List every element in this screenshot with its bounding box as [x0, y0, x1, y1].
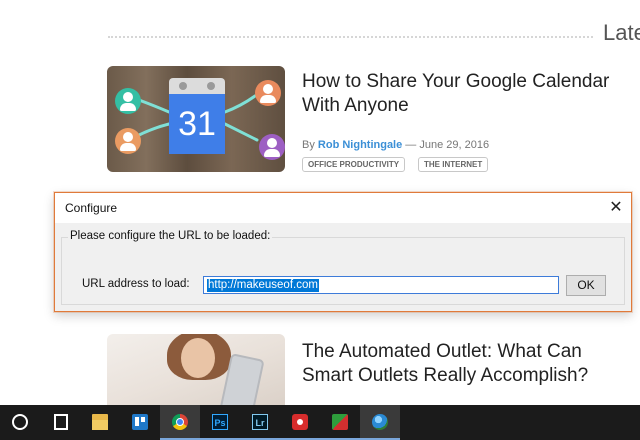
taskbar-app-greenred[interactable]: [320, 405, 360, 440]
dialog-body: Please configure the URL to be loaded: U…: [55, 223, 631, 311]
chrome-icon: [172, 414, 188, 430]
url-groupbox: Please configure the URL to be loaded: U…: [61, 230, 625, 305]
article-date: — June 29, 2016: [405, 139, 490, 151]
by-label: By: [302, 139, 315, 151]
person-icon: [115, 88, 141, 114]
app-icon: [292, 414, 308, 430]
author-link[interactable]: Rob Nightingale: [318, 139, 402, 151]
globe-icon: [372, 414, 388, 430]
tag-the-internet[interactable]: THE INTERNET: [418, 157, 489, 172]
cortana-button[interactable]: [0, 405, 40, 440]
close-icon: ✕: [609, 199, 623, 216]
article-meta: By Rob Nightingale — June 29, 2016: [302, 139, 489, 151]
photoshop-icon: Ps: [212, 414, 228, 430]
article-thumbnail-calendar[interactable]: 31: [107, 66, 285, 172]
taskbar-app-red[interactable]: [280, 405, 320, 440]
person-icon: [259, 134, 285, 160]
url-field-label: URL address to load:: [82, 278, 190, 290]
taskbar-lightroom[interactable]: Lr: [240, 405, 280, 440]
calendar-day-number: 31: [169, 94, 225, 154]
taskbar-chrome[interactable]: [160, 405, 200, 440]
article-title[interactable]: How to Share Your Google Calendar With A…: [302, 70, 632, 118]
task-view-icon: [54, 414, 68, 430]
app-icon: [332, 414, 348, 430]
article-title[interactable]: The Automated Outlet: What Can Smart Out…: [302, 340, 632, 388]
calendar-icon: 31: [169, 78, 225, 154]
taskbar: Ps Lr: [0, 405, 640, 440]
dialog-titlebar[interactable]: Configure ✕: [55, 193, 631, 223]
taskbar-file-explorer[interactable]: [80, 405, 120, 440]
taskbar-photoshop[interactable]: Ps: [200, 405, 240, 440]
taskbar-globe-app[interactable]: [360, 405, 400, 440]
person-icon: [255, 80, 281, 106]
cortana-icon: [12, 414, 28, 430]
url-input-value: http://makeuseof.com: [207, 279, 319, 292]
tag-office-productivity[interactable]: OFFICE PRODUCTIVITY: [302, 157, 406, 172]
taskbar-trello[interactable]: [120, 405, 160, 440]
lightroom-icon: Lr: [252, 414, 268, 430]
groupbox-label: Please configure the URL to be loaded:: [68, 230, 273, 242]
configure-dialog: Configure ✕ Please configure the URL to …: [54, 192, 632, 312]
task-view-button[interactable]: [40, 405, 80, 440]
person-icon: [115, 128, 141, 154]
url-input[interactable]: http://makeuseof.com: [203, 276, 559, 294]
person-photo-face: [181, 338, 215, 378]
file-explorer-icon: [92, 414, 108, 430]
section-divider: [108, 36, 593, 38]
section-heading: Late: [603, 20, 640, 45]
ok-button[interactable]: OK: [566, 275, 606, 296]
article-thumbnail-outlet[interactable]: [107, 334, 285, 405]
dialog-title: Configure: [65, 201, 118, 215]
close-button[interactable]: ✕: [601, 193, 631, 223]
trello-icon: [132, 414, 148, 430]
